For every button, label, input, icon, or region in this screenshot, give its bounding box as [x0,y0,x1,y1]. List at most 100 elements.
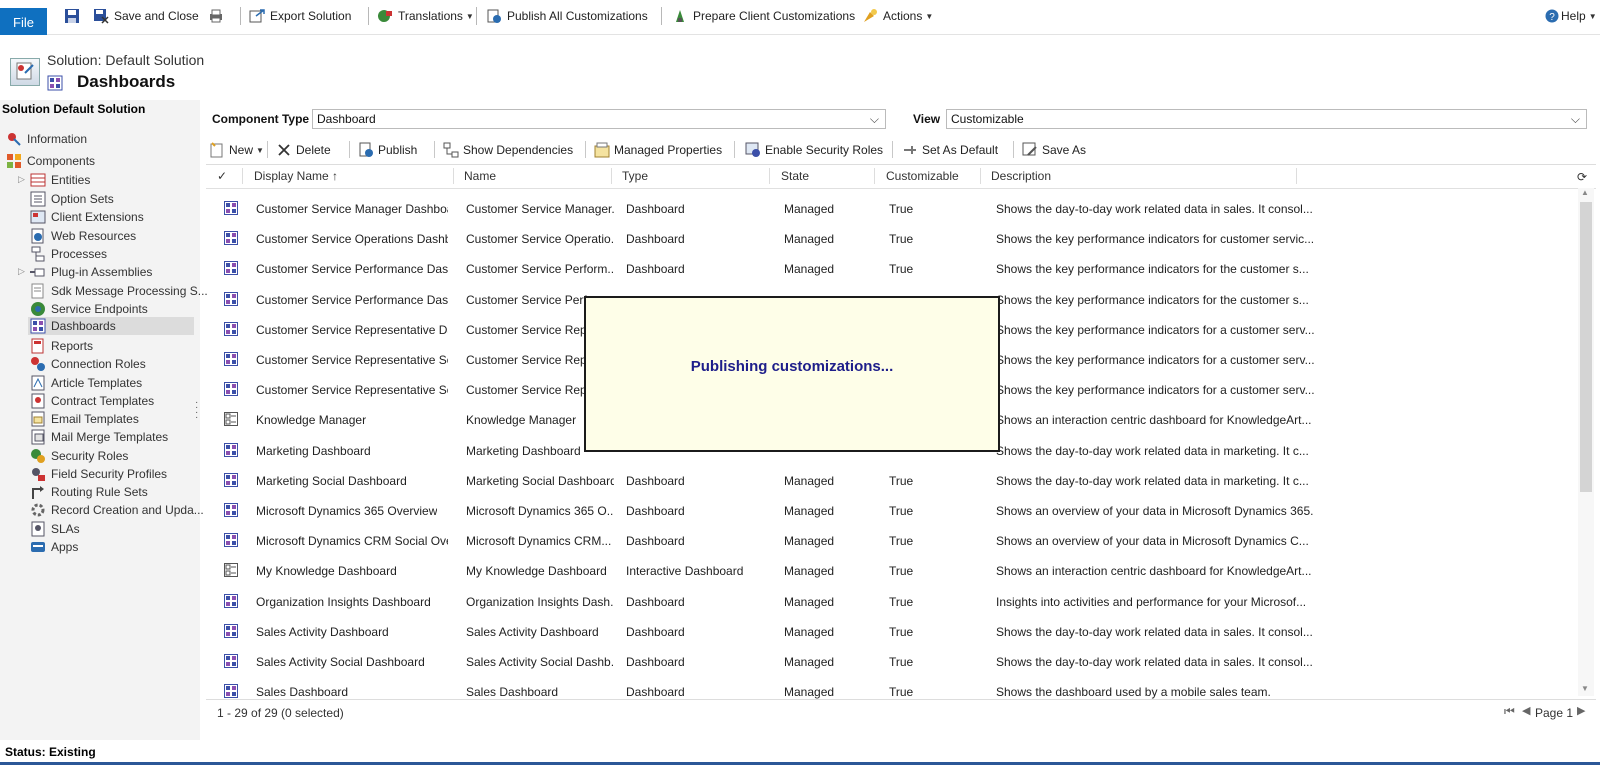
scrollbar-thumb[interactable] [1580,202,1592,492]
column-header-type[interactable]: Type [622,169,648,183]
save-and-close-button[interactable]: Save and Close [93,6,199,26]
component-type-label: Component Type [212,112,310,126]
sdk-message-icon [30,283,46,299]
nav-item-label: Plug-in Assemblies [51,265,153,279]
nav-item-field-security-profiles[interactable]: Field Security Profiles [30,465,167,483]
article-templates-icon [30,375,46,391]
column-header-description[interactable]: Description [991,169,1051,183]
nav-item-routing-rule-sets[interactable]: Routing Rule Sets [30,483,148,501]
actions-button[interactable]: Actions ▼ [862,6,933,26]
managed-properties-button[interactable]: Managed Properties [594,140,722,160]
nav-item-slas[interactable]: SLAs [30,520,80,538]
name-cell: Microsoft Dynamics 365 O... [466,504,614,518]
expand-plugin-assemblies-icon[interactable]: ▷ [18,266,25,277]
table-row[interactable]: Marketing Social Dashboard Marketing Soci… [206,466,1546,496]
help-label: Help [1561,9,1586,23]
processes-icon [30,246,46,262]
show-dependencies-button[interactable]: Show Dependencies [443,140,573,160]
nav-item-processes[interactable]: Processes [30,245,107,263]
scroll-up-icon[interactable]: ▲ [1581,188,1589,197]
expand-entities-icon[interactable]: ▷ [18,174,25,185]
previous-page-icon[interactable]: ◀ [1522,704,1530,717]
export-icon [249,8,265,24]
nav-item-option-sets[interactable]: Option Sets [30,190,114,208]
nav-item-dashboards[interactable]: Dashboards [28,317,194,335]
toolbar-separator [892,141,893,158]
table-row[interactable]: Sales Activity Social Dashboard Sales Act… [206,647,1546,677]
dropdown-caret-icon: ▼ [465,11,474,21]
nav-item-components[interactable]: Components [6,152,95,170]
nav-item-article-templates[interactable]: Article Templates [30,374,142,392]
first-page-icon[interactable]: ⏮ [1504,704,1515,719]
display-name-cell: Customer Service Representative Soc... [256,383,448,398]
file-button[interactable]: File [0,8,47,35]
display-name-cell: Customer Service Operations Dashbo... [256,232,448,247]
nav-item-security-roles[interactable]: Security Roles [30,447,128,465]
toolbar-separator [240,7,241,25]
publish-all-icon [486,8,502,24]
display-name-cell: Organization Insights Dashboard [256,594,431,609]
display-name-cell: Knowledge Manager [256,413,367,428]
table-row[interactable]: Organization Insights Dashboard Organizat… [206,587,1546,617]
table-row[interactable]: Microsoft Dynamics CRM Social Over... Mic… [206,526,1546,556]
description-cell: Shows the key performance indicators for… [996,383,1315,398]
set-as-default-button[interactable]: Set As Default [902,140,998,160]
table-row[interactable]: Microsoft Dynamics 365 Overview Microsoft… [206,496,1546,526]
component-type-select[interactable]: Dashboard ⌵ [312,109,886,129]
nav-item-reports[interactable]: Reports [30,337,93,355]
translations-button[interactable]: Translations ▼ [377,6,474,26]
nav-item-client-extensions[interactable]: Client Extensions [30,208,144,226]
column-header-name[interactable]: Name [464,169,496,183]
next-page-icon[interactable]: ▶ [1577,704,1585,717]
nav-item-service-endpoints[interactable]: Service Endpoints [30,300,148,318]
nav-item-entities[interactable]: Entities [30,171,90,189]
help-icon: ? [1545,9,1559,23]
nav-item-sdk-message[interactable]: Sdk Message Processing S... [30,282,208,300]
table-row[interactable]: Customer Service Manager Dashboard Custom… [206,194,1546,224]
help-button[interactable]: ? Help ▼ [1545,6,1597,26]
grid-scrollbar[interactable]: ▲ ▼ [1578,188,1594,696]
type-cell: Dashboard [626,262,685,277]
mail-merge-templates-icon [30,429,46,445]
nav-item-information[interactable]: Information [6,130,87,148]
save-and-close-label: Save and Close [114,9,199,23]
prepare-client-button[interactable]: Prepare Client Customizations [672,6,855,26]
nav-item-record-creation[interactable]: Record Creation and Upda... [30,501,204,519]
refresh-icon[interactable]: ⟳ [1577,170,1587,184]
column-header-customizable[interactable]: Customizable [886,169,959,183]
new-button[interactable]: New ▼ [209,140,264,160]
nav-item-label: Connection Roles [51,357,146,371]
nav-item-contract-templates[interactable]: Contract Templates [30,392,154,410]
nav-item-mail-merge-templates[interactable]: Mail Merge Templates [30,428,168,446]
nav-item-apps[interactable]: Apps [30,538,78,556]
table-row[interactable]: Sales Activity Dashboard Sales Activity D… [206,617,1546,647]
publish-all-button[interactable]: Publish All Customizations [486,6,648,26]
save-button[interactable] [64,6,85,26]
nav-item-connection-roles[interactable]: Connection Roles [30,355,146,373]
print-button[interactable] [208,6,229,26]
toolbar-separator [368,7,369,25]
scroll-down-icon[interactable]: ▼ [1581,684,1589,693]
nav-item-plugin-assemblies[interactable]: Plug-in Assemblies [30,263,152,281]
save-as-button[interactable]: Save As [1022,140,1086,160]
table-row[interactable]: Customer Service Operations Dashbo... Cus… [206,224,1546,254]
prepare-client-label: Prepare Client Customizations [693,9,856,23]
toolbar-separator [1013,141,1014,158]
export-solution-button[interactable]: Export Solution [249,6,351,26]
nav-item-label: Apps [51,540,79,554]
select-all-checkbox[interactable]: ✓ [217,169,227,183]
column-header-display-name[interactable]: Display Name ↑ [254,169,338,183]
type-cell: Dashboard [626,232,685,247]
enable-security-roles-button[interactable]: Enable Security Roles [745,140,883,160]
nav-item-web-resources[interactable]: Web Resources [30,227,136,245]
column-header-state[interactable]: State [781,169,809,183]
publish-button[interactable]: Publish [358,140,417,160]
delete-button[interactable]: Delete [276,140,331,160]
option-sets-icon [30,191,46,207]
view-select[interactable]: Customizable ⌵ [946,109,1587,129]
nav-item-email-templates[interactable]: Email Templates [30,410,139,428]
table-row[interactable]: Customer Service Performance Dash... Cust… [206,254,1546,284]
splitter-handle-icon[interactable]: · · · · [195,398,198,423]
save-as-label: Save As [1042,143,1087,157]
table-row[interactable]: My Knowledge Dashboard My Knowledge Dashb… [206,556,1546,586]
